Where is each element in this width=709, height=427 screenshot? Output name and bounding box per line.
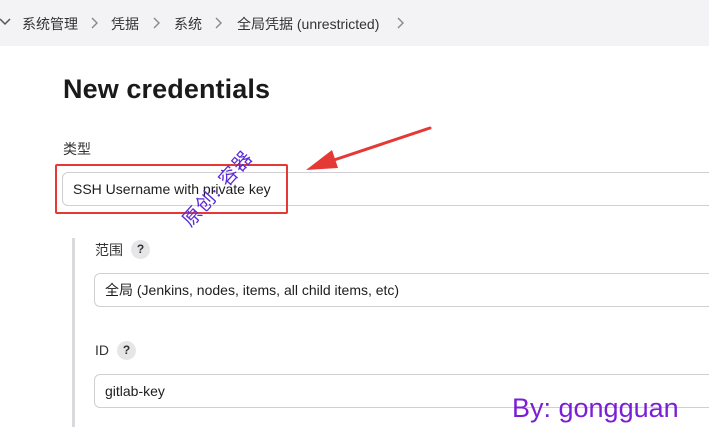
breadcrumb-item-system-management[interactable]: 系统管理: [22, 14, 78, 34]
author-watermark: By: gongguan: [512, 393, 679, 423]
chevron-down-icon[interactable]: [0, 15, 12, 29]
breadcrumb-item-global-credentials[interactable]: 全局凭据 (unrestricted): [237, 14, 379, 34]
breadcrumb-item-credentials[interactable]: 凭据: [111, 14, 139, 34]
annotation-arrow-icon: [306, 126, 432, 170]
chevron-right-icon: [152, 16, 162, 30]
id-label: ID: [95, 342, 109, 358]
type-label: 类型: [63, 141, 91, 157]
page-title: New credentials: [63, 74, 271, 104]
chevron-right-icon: [90, 16, 100, 30]
chevron-right-icon: [396, 16, 406, 30]
chevron-right-icon: [214, 16, 224, 30]
scope-select[interactable]: 全局 (Jenkins, nodes, items, all child ite…: [94, 273, 709, 307]
breadcrumb-item-system[interactable]: 系统: [174, 14, 202, 34]
scope-label: 范围: [95, 242, 123, 258]
scope-help-icon[interactable]: ?: [131, 240, 150, 259]
section-indent-bar: [72, 238, 75, 427]
id-help-icon[interactable]: ?: [117, 341, 136, 360]
breadcrumb: 系统管理 凭据 系统 全局凭据 (unrestricted): [0, 0, 709, 46]
